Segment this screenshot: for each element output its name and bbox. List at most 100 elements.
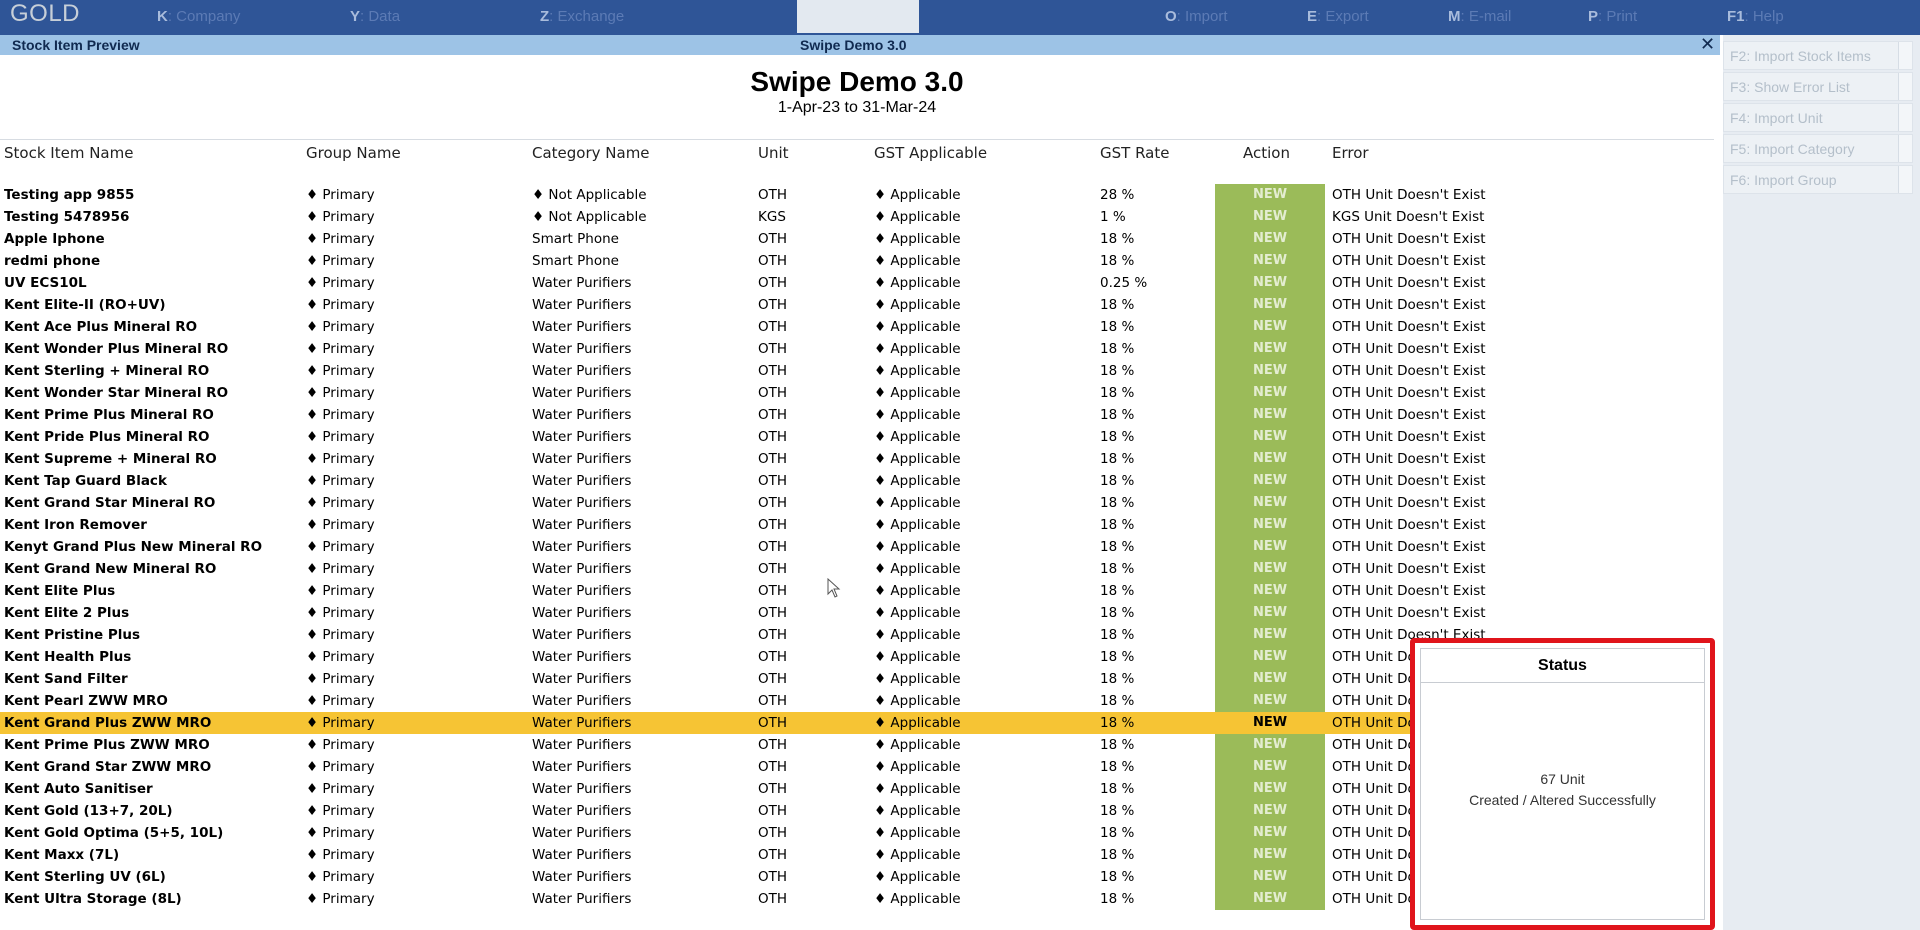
- cell-group-name: ♦ Primary: [306, 495, 375, 511]
- cell-stock-item-name: Kent Tap Guard Black: [4, 473, 167, 489]
- cell-action: NEW: [1215, 602, 1325, 624]
- menu-company[interactable]: K: Company: [157, 0, 240, 35]
- cell-category-name: Water Purifiers: [532, 583, 632, 599]
- cell-error: OTH Unit Doesn't Exist: [1332, 605, 1486, 621]
- cell-gst-rate: 18 %: [1100, 759, 1135, 775]
- cell-gst-applicable: ♦ Applicable: [874, 253, 961, 269]
- table-row[interactable]: Apple Iphone ♦ Primary Smart Phone OTH ♦ App…: [0, 228, 1714, 250]
- cell-error: OTH Unit Doesn't Exist: [1332, 539, 1486, 555]
- table-row[interactable]: Kent Grand Star Mineral RO ♦ Primary Water…: [0, 492, 1714, 514]
- cell-error: OTH Unit Doesn't Exist: [1332, 407, 1486, 423]
- cell-category-name: Water Purifiers: [532, 869, 632, 885]
- import-unit-button[interactable]: F4: Import Unit: [1723, 103, 1913, 132]
- cell-stock-item-name: redmi phone: [4, 253, 101, 269]
- import-category-button[interactable]: F5: Import Category: [1723, 134, 1913, 163]
- status-count-message: 67 Unit: [1540, 771, 1585, 787]
- menu-exchange[interactable]: Z: Exchange: [540, 0, 624, 35]
- cell-action: NEW: [1215, 822, 1325, 844]
- table-row[interactable]: Kent Sterling + Mineral RO ♦ Primary Water…: [0, 360, 1714, 382]
- menu-email[interactable]: M: E-mail: [1448, 0, 1511, 35]
- cell-gst-rate: 18 %: [1100, 539, 1135, 555]
- table-row[interactable]: redmi phone ♦ Primary Smart Phone OTH ♦ Appl…: [0, 250, 1714, 272]
- product-logo: GOLD: [10, 0, 81, 27]
- table-row[interactable]: Testing 5478956 ♦ Primary ♦ Not Applicable…: [0, 206, 1714, 228]
- cell-gst-rate: 18 %: [1100, 649, 1135, 665]
- cell-group-name: ♦ Primary: [306, 231, 375, 247]
- cell-unit: OTH: [758, 407, 788, 423]
- cell-gst-applicable: ♦ Applicable: [874, 407, 961, 423]
- menu-key: O: [1165, 8, 1177, 25]
- cell-gst-applicable: ♦ Applicable: [874, 495, 961, 511]
- table-row[interactable]: Kent Elite 2 Plus ♦ Primary Water Purifier…: [0, 602, 1714, 624]
- cell-group-name: ♦ Primary: [306, 737, 375, 753]
- table-row[interactable]: Kenyt Grand Plus New Mineral RO ♦ Primary…: [0, 536, 1714, 558]
- cell-error: OTH Unit Doesn't Exist: [1332, 253, 1486, 269]
- screen-title-bar: Stock Item Preview Swipe Demo 3.0 ✕: [0, 34, 1720, 56]
- menu-help[interactable]: F1: Help: [1727, 0, 1784, 35]
- cell-unit: OTH: [758, 671, 788, 687]
- cell-action: NEW: [1215, 184, 1325, 206]
- cell-action: NEW: [1215, 382, 1325, 404]
- cell-category-name: Water Purifiers: [532, 803, 632, 819]
- cell-gst-rate: 18 %: [1100, 891, 1135, 907]
- cell-action: NEW: [1215, 536, 1325, 558]
- menu-goto-active[interactable]: Go To: [797, 0, 919, 33]
- cell-unit: OTH: [758, 891, 788, 907]
- table-row[interactable]: Kent Elite-II (RO+UV) ♦ Primary Water Puri…: [0, 294, 1714, 316]
- table-row[interactable]: Kent Iron Remover ♦ Primary Water Purifier…: [0, 514, 1714, 536]
- table-row[interactable]: Kent Pride Plus Mineral RO ♦ Primary Water…: [0, 426, 1714, 448]
- table-row[interactable]: Kent Wonder Star Mineral RO ♦ Primary Wate…: [0, 382, 1714, 404]
- table-row[interactable]: Kent Prime Plus Mineral RO ♦ Primary Water…: [0, 404, 1714, 426]
- table-row[interactable]: Kent Ace Plus Mineral RO ♦ Primary Water P…: [0, 316, 1714, 338]
- menu-key: F1: [1727, 8, 1745, 25]
- cell-action: NEW: [1215, 404, 1325, 426]
- cell-category-name: Water Purifiers: [532, 627, 632, 643]
- menu-label: : Import: [1176, 8, 1228, 25]
- cell-gst-rate: 18 %: [1100, 253, 1135, 269]
- cell-gst-applicable: ♦ Applicable: [874, 209, 961, 225]
- import-group-button[interactable]: F6: Import Group: [1723, 165, 1913, 194]
- cell-category-name: Water Purifiers: [532, 561, 632, 577]
- cell-group-name: ♦ Primary: [306, 209, 375, 225]
- cell-stock-item-name: Kent Elite-II (RO+UV): [4, 297, 166, 313]
- cell-unit: OTH: [758, 627, 788, 643]
- cell-group-name: ♦ Primary: [306, 891, 375, 907]
- cell-gst-rate: 18 %: [1100, 583, 1135, 599]
- cell-gst-applicable: ♦ Applicable: [874, 517, 961, 533]
- show-error-list-button[interactable]: F3: Show Error List: [1723, 72, 1913, 101]
- cell-unit: OTH: [758, 583, 788, 599]
- button-edge: [1898, 135, 1912, 162]
- cell-category-name: Water Purifiers: [532, 671, 632, 687]
- table-header: Stock Item Name Group Name Category Name…: [0, 139, 1714, 165]
- status-result-message: Created / Altered Successfully: [1469, 792, 1656, 808]
- table-row[interactable]: Kent Tap Guard Black ♦ Primary Water Purif…: [0, 470, 1714, 492]
- table-row[interactable]: Kent Elite Plus ♦ Primary Water Purifiers O…: [0, 580, 1714, 602]
- cell-category-name: Smart Phone: [532, 253, 619, 269]
- close-icon[interactable]: ✕: [1700, 34, 1715, 56]
- cell-gst-rate: 18 %: [1100, 737, 1135, 753]
- table-row[interactable]: Testing app 9855 ♦ Primary ♦ Not Applicabl…: [0, 184, 1714, 206]
- cell-error: OTH Unit Doesn't Exist: [1332, 275, 1486, 291]
- menu-key: K: [157, 8, 168, 25]
- menu-data[interactable]: Y: Data: [350, 0, 400, 35]
- button-edge: [1898, 42, 1912, 69]
- cell-stock-item-name: Kent Grand Plus ZWW MRO: [4, 715, 212, 731]
- column-header-gst-applicable: GST Applicable: [874, 144, 988, 162]
- import-stock-items-button[interactable]: F2: Import Stock Items: [1723, 41, 1913, 70]
- table-row[interactable]: UV ECS10L ♦ Primary Water Purifiers OTH ♦ Ap…: [0, 272, 1714, 294]
- menu-print[interactable]: P: Print: [1588, 0, 1637, 35]
- cell-gst-applicable: ♦ Applicable: [874, 759, 961, 775]
- menu-import[interactable]: O: Import: [1165, 0, 1228, 35]
- cell-unit: OTH: [758, 187, 788, 203]
- cell-gst-applicable: ♦ Applicable: [874, 649, 961, 665]
- cell-category-name: Water Purifiers: [532, 495, 632, 511]
- table-row[interactable]: Kent Grand New Mineral RO ♦ Primary Water …: [0, 558, 1714, 580]
- cell-group-name: ♦ Primary: [306, 715, 375, 731]
- table-row[interactable]: Kent Wonder Plus Mineral RO ♦ Primary Wate…: [0, 338, 1714, 360]
- menu-export[interactable]: E: Export: [1307, 0, 1369, 35]
- table-row[interactable]: Kent Supreme + Mineral RO ♦ Primary Water …: [0, 448, 1714, 470]
- cell-stock-item-name: Kent Health Plus: [4, 649, 132, 665]
- screen-title: Stock Item Preview: [12, 37, 140, 53]
- menu-label: : Company: [167, 8, 241, 25]
- cell-group-name: ♦ Primary: [306, 649, 375, 665]
